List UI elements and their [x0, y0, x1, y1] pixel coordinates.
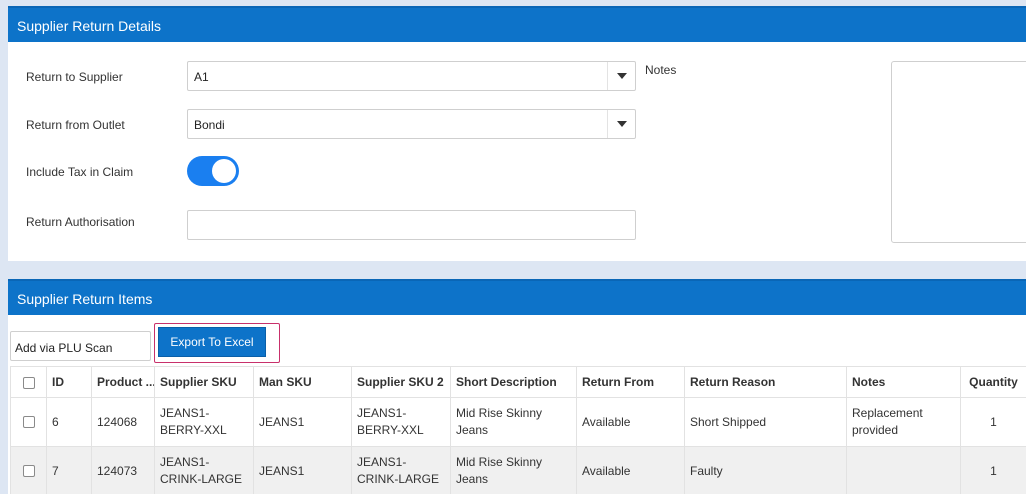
return-from-outlet-label: Return from Outlet	[26, 118, 125, 132]
return-to-supplier-label: Return to Supplier	[26, 70, 123, 84]
select-all-cell	[10, 366, 47, 398]
cell-quantity: 1	[960, 397, 1026, 447]
details-panel-header: Supplier Return Details	[8, 6, 1026, 42]
include-tax-toggle[interactable]	[187, 156, 239, 186]
plu-scan-input[interactable]: Add via PLU Scan	[10, 331, 151, 361]
return-from-outlet-select[interactable]: Bondi	[187, 109, 636, 139]
table-row[interactable]: 6 124068 JEANS1-BERRY-XXL JEANS1 JEANS1-…	[10, 397, 1026, 447]
column-header-quantity[interactable]: Quantity	[960, 366, 1026, 398]
cell-quantity: 1	[960, 446, 1026, 494]
return-from-outlet-value: Bondi	[194, 118, 225, 132]
cell-return-reason: Faulty	[684, 446, 847, 494]
cell-supplier-sku: JEANS1-BERRY-XXL	[154, 397, 254, 447]
column-header-supplier-sku[interactable]: Supplier SKU	[154, 366, 254, 398]
cell-supplier-sku-2: JEANS1-CRINK-LARGE	[351, 446, 451, 494]
column-header-return-reason[interactable]: Return Reason	[684, 366, 847, 398]
plu-scan-value: Add via PLU Scan	[15, 341, 113, 355]
cell-notes: Replacement provided	[846, 397, 961, 447]
column-header-product[interactable]: Product ...	[91, 366, 155, 398]
cell-man-sku: JEANS1	[253, 397, 352, 447]
cell-id: 6	[46, 397, 92, 447]
cell-man-sku: JEANS1	[253, 446, 352, 494]
cell-supplier-sku-2: JEANS1-BERRY-XXL	[351, 397, 451, 447]
column-header-notes[interactable]: Notes	[846, 366, 961, 398]
supplier-return-items-panel: Supplier Return Items Add via PLU Scan E…	[8, 279, 1026, 494]
items-panel-header: Supplier Return Items	[8, 279, 1026, 315]
cell-supplier-sku: JEANS1-CRINK-LARGE	[154, 446, 254, 494]
row-checkbox[interactable]	[22, 416, 35, 429]
cell-return-from: Available	[576, 397, 685, 447]
return-to-supplier-select[interactable]: A1	[187, 61, 636, 91]
row-select-cell	[10, 446, 47, 494]
column-header-id[interactable]: ID	[46, 366, 92, 398]
toggle-knob	[212, 159, 236, 183]
caret-down-icon[interactable]	[607, 110, 635, 138]
return-authorisation-input[interactable]	[187, 210, 636, 240]
column-header-short-description[interactable]: Short Description	[450, 366, 577, 398]
cell-id: 7	[46, 446, 92, 494]
notes-textarea[interactable]	[891, 61, 1026, 243]
cell-return-from: Available	[576, 446, 685, 494]
column-header-man-sku[interactable]: Man SKU	[253, 366, 352, 398]
table-header-row: ID Product ... Supplier SKU Man SKU Supp…	[10, 366, 1026, 398]
caret-down-icon[interactable]	[607, 62, 635, 90]
row-select-cell	[10, 397, 47, 447]
export-button-highlight: Export To Excel	[154, 323, 280, 363]
table-row[interactable]: 7 124073 JEANS1-CRINK-LARGE JEANS1 JEANS…	[10, 446, 1026, 494]
return-to-supplier-value: A1	[194, 70, 209, 84]
cell-return-reason: Short Shipped	[684, 397, 847, 447]
column-header-supplier-sku-2[interactable]: Supplier SKU 2	[351, 366, 451, 398]
cell-short-description: Mid Rise Skinny Jeans	[450, 397, 577, 447]
column-header-return-from[interactable]: Return From	[576, 366, 685, 398]
cell-product: 124073	[91, 446, 155, 494]
supplier-return-details-panel: Supplier Return Details Return to Suppli…	[8, 6, 1026, 261]
cell-notes	[846, 446, 961, 494]
cell-product: 124068	[91, 397, 155, 447]
return-items-table: ID Product ... Supplier SKU Man SKU Supp…	[10, 366, 1026, 494]
notes-label: Notes	[645, 63, 677, 77]
return-authorisation-label: Return Authorisation	[26, 215, 135, 229]
row-checkbox[interactable]	[22, 465, 35, 478]
export-to-excel-button[interactable]: Export To Excel	[158, 327, 266, 357]
cell-short-description: Mid Rise Skinny Jeans	[450, 446, 577, 494]
select-all-checkbox[interactable]	[22, 376, 35, 389]
include-tax-label: Include Tax in Claim	[26, 165, 134, 179]
